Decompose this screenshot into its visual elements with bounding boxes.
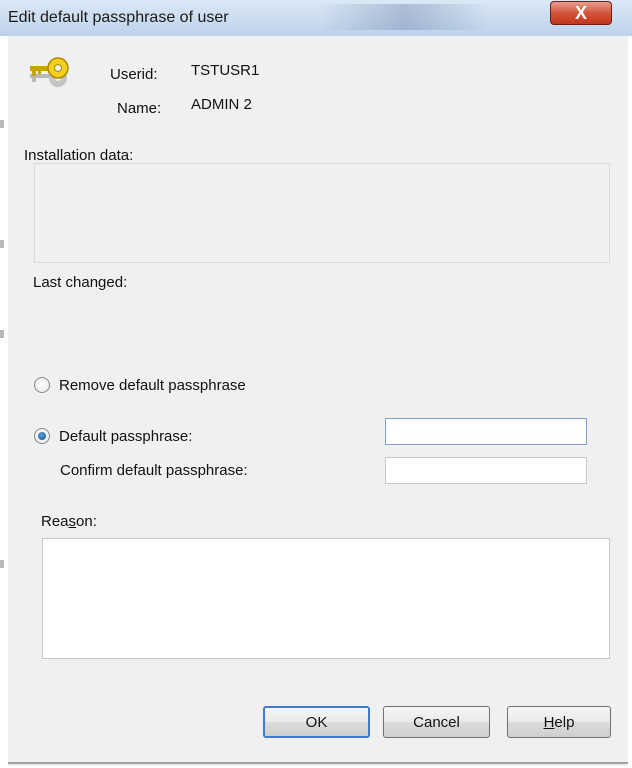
- help-button[interactable]: Help: [507, 706, 611, 738]
- last-changed-label: Last changed:: [33, 274, 128, 291]
- default-passphrase-input[interactable]: [385, 418, 587, 445]
- close-icon: X: [574, 2, 587, 23]
- confirm-passphrase-label: Confirm default passphrase:: [60, 462, 248, 479]
- default-passphrase-label[interactable]: Default passphrase:: [59, 428, 192, 445]
- remove-passphrase-label[interactable]: Remove default passphrase: [59, 377, 246, 394]
- side-tick: [0, 560, 4, 568]
- userid-value: TSTUSR1: [191, 62, 260, 79]
- side-tick: [0, 120, 4, 128]
- name-value: ADMIN 2: [191, 96, 252, 113]
- installation-data-label: Installation data:: [24, 147, 134, 164]
- installation-data-box: [34, 163, 610, 263]
- key-icon: [30, 57, 69, 87]
- cancel-button[interactable]: Cancel: [383, 706, 490, 738]
- title-bar[interactable]: Edit default passphrase of user X: [0, 0, 632, 36]
- bottom-border: [8, 762, 628, 764]
- title-blur: [320, 4, 490, 30]
- default-passphrase-radio[interactable]: [34, 428, 50, 444]
- side-tick: [0, 240, 4, 248]
- close-button[interactable]: X: [550, 1, 612, 25]
- remove-passphrase-radio[interactable]: [34, 377, 50, 393]
- window-title: Edit default passphrase of user: [8, 9, 229, 26]
- reason-textarea[interactable]: [42, 538, 610, 659]
- confirm-passphrase-input[interactable]: [385, 457, 587, 484]
- ok-button[interactable]: OK: [263, 706, 370, 738]
- name-label: Name:: [117, 100, 162, 117]
- reason-label: Reason:: [41, 513, 97, 530]
- side-tick: [0, 330, 4, 338]
- userid-label: Userid:: [110, 66, 158, 83]
